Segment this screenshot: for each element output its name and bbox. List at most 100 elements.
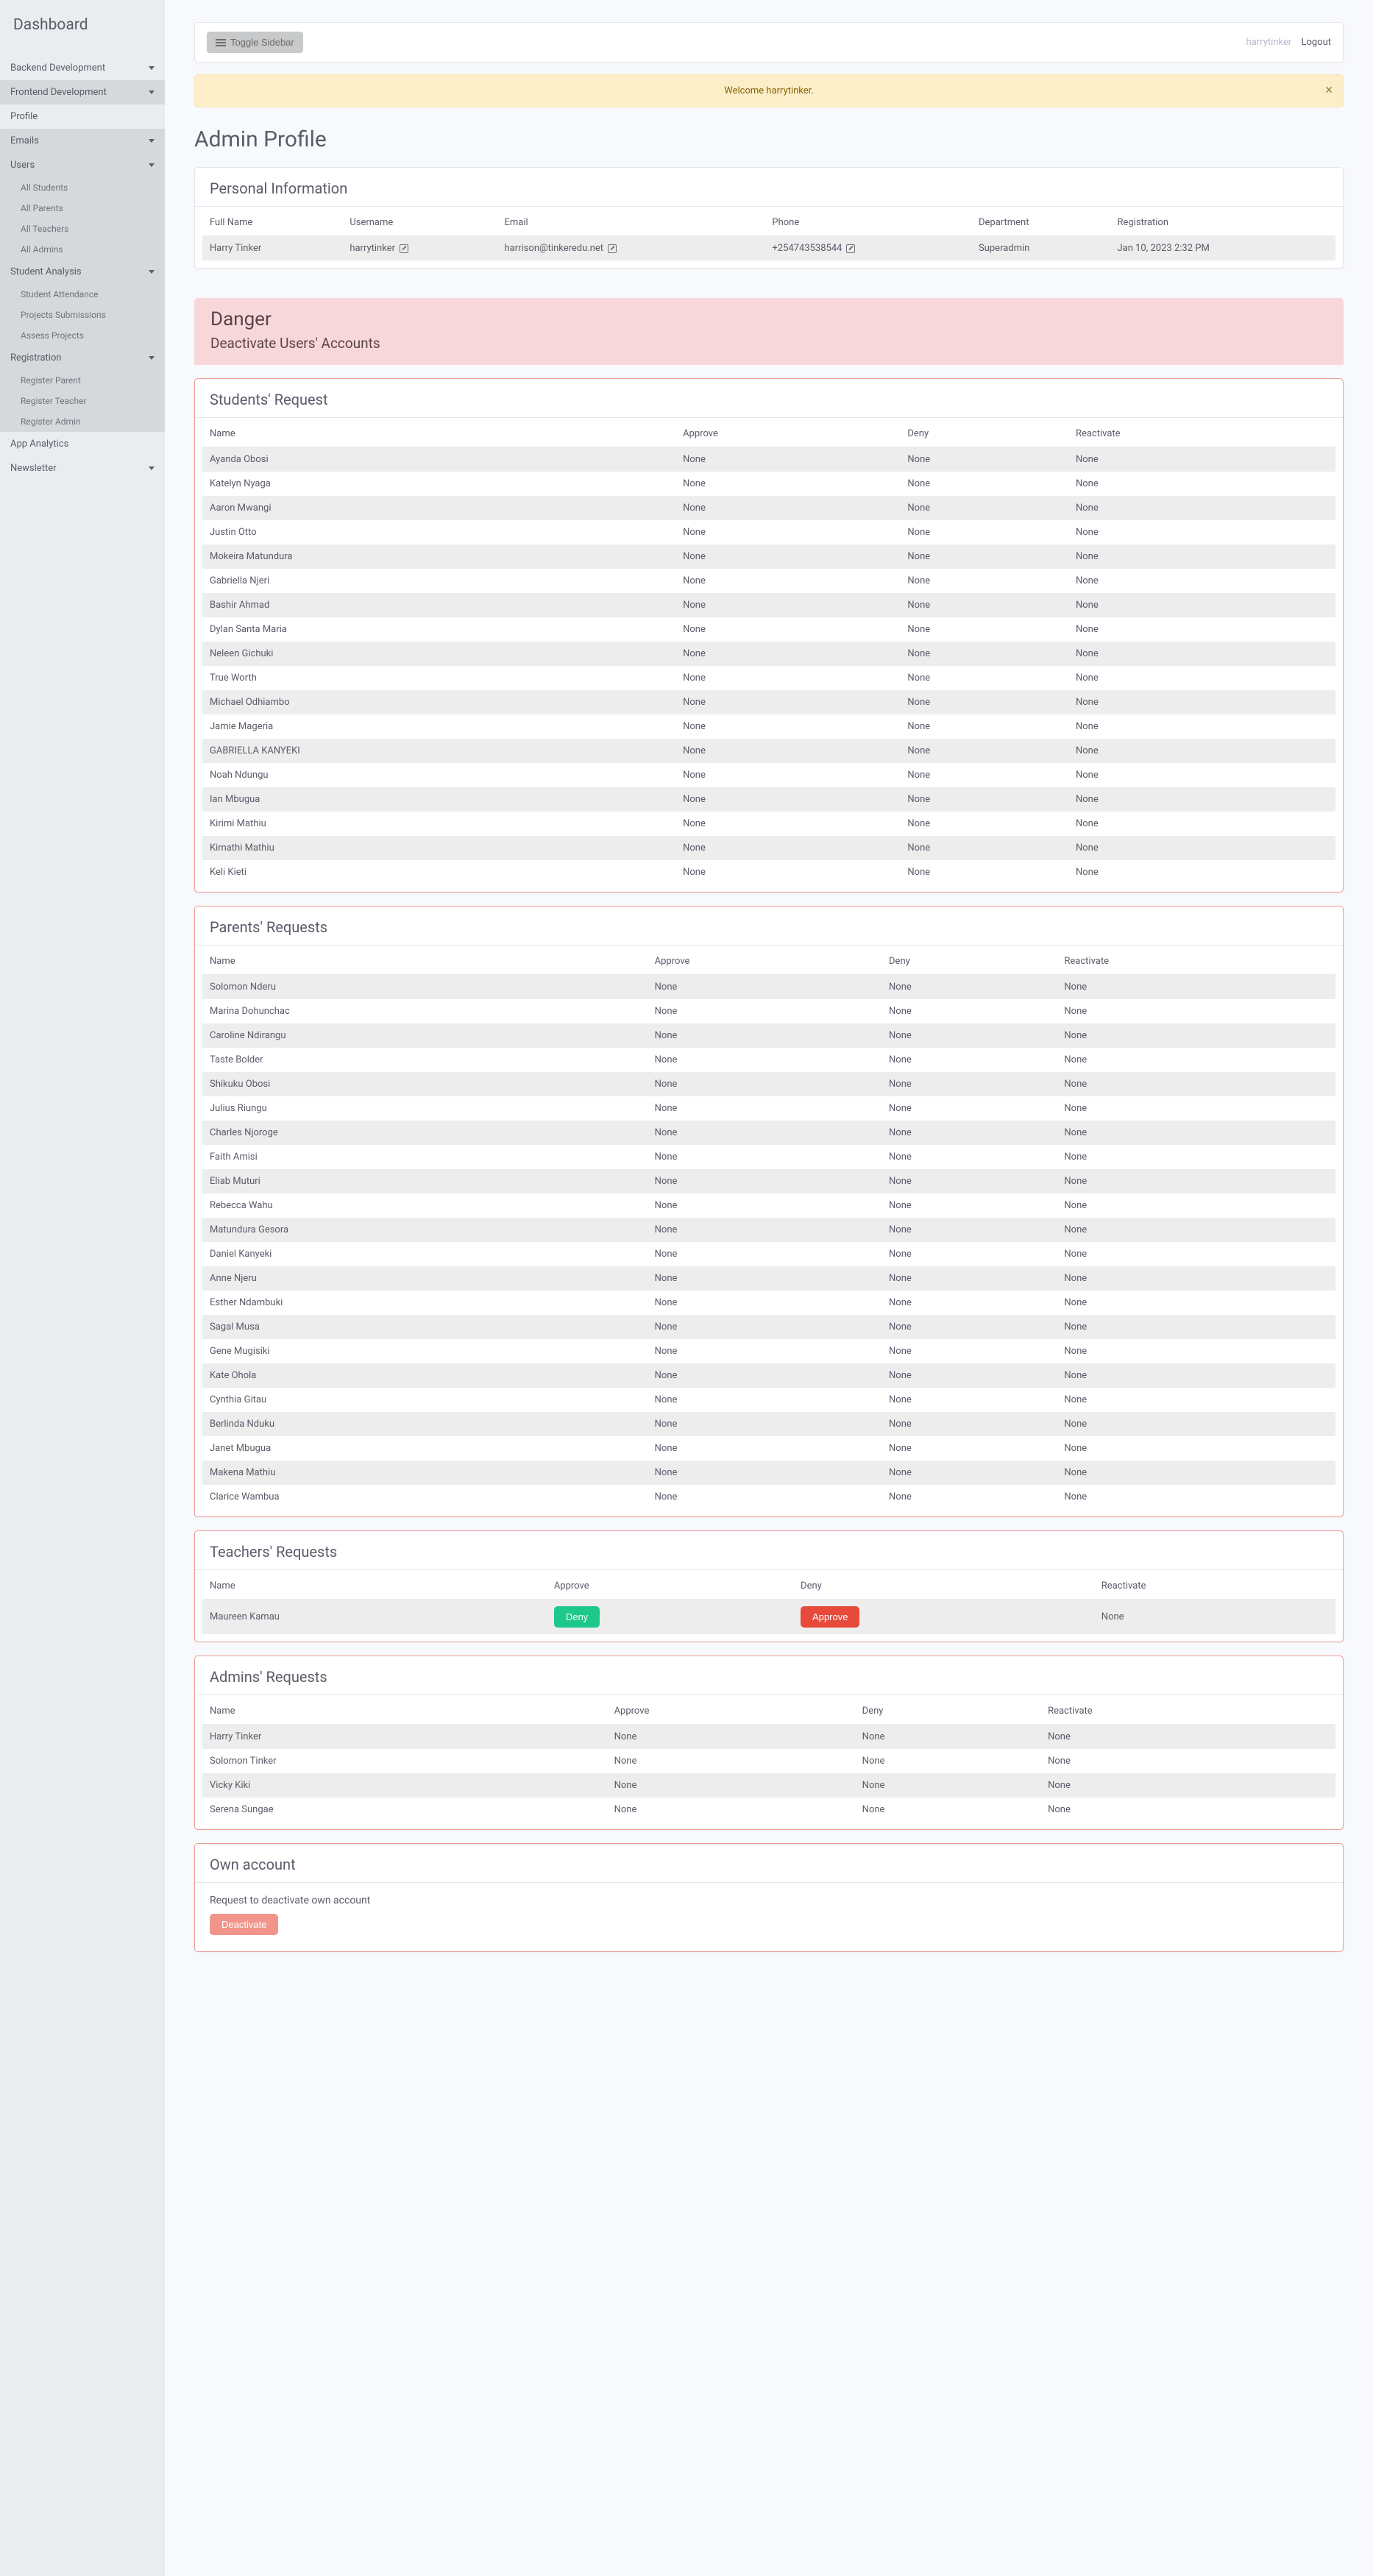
- cell: None: [900, 836, 1068, 860]
- personal-info-card: Personal Information Full NameUsernameEm…: [194, 167, 1344, 269]
- table-row: Clarice WambuaNoneNoneNone: [202, 1485, 1335, 1509]
- cell: None: [675, 496, 900, 520]
- table-row: Maureen KamauDenyApproveNone: [202, 1600, 1335, 1635]
- approve-button[interactable]: Deny: [554, 1606, 600, 1628]
- cell: Caroline Ndirangu: [202, 1023, 648, 1048]
- column-header: Deny: [793, 1573, 1094, 1600]
- cell: None: [1057, 1315, 1335, 1339]
- cell: None: [855, 1773, 1040, 1798]
- cell: Eliab Muturi: [202, 1169, 648, 1193]
- cell: Julius Riungu: [202, 1096, 648, 1121]
- sidebar-subitem[interactable]: All Teachers: [0, 219, 165, 239]
- edit-icon[interactable]: [846, 244, 855, 253]
- sidebar-subitem[interactable]: Assess Projects: [0, 325, 165, 346]
- cell: None: [675, 860, 900, 884]
- cell: Vicky Kiki: [202, 1773, 607, 1798]
- sidebar-subitem[interactable]: Projects Submissions: [0, 305, 165, 325]
- table-row: Makena MathiuNoneNoneNone: [202, 1461, 1335, 1485]
- cell-username: harrytinker: [342, 236, 497, 261]
- cell-department: Superadmin: [971, 236, 1110, 261]
- cell: None: [648, 1315, 881, 1339]
- cell: None: [881, 1485, 1057, 1509]
- chevron-down-icon: [149, 66, 155, 70]
- cell: Justin Otto: [202, 520, 675, 544]
- sidebar-item[interactable]: Registration: [0, 346, 165, 370]
- chevron-down-icon: [149, 466, 155, 470]
- cell: None: [675, 690, 900, 714]
- cell: None: [1068, 447, 1335, 472]
- topbar-right: harrytinker Logout: [1246, 37, 1331, 48]
- table-row: Dylan Santa MariaNoneNoneNone: [202, 617, 1335, 642]
- table-row: Cynthia GitauNoneNoneNone: [202, 1388, 1335, 1412]
- cell-email: harrison@tinkeredu.net: [497, 236, 765, 261]
- cell-phone: +254743538544: [764, 236, 971, 261]
- cell: None: [1057, 1193, 1335, 1218]
- sidebar-brand[interactable]: Dashboard: [0, 0, 165, 56]
- column-header: Approve: [607, 1698, 855, 1725]
- cell: Faith Amisi: [202, 1145, 648, 1169]
- toggle-sidebar-button[interactable]: Toggle Sidebar: [207, 32, 303, 53]
- table-row: Esther NdambukiNoneNoneNone: [202, 1291, 1335, 1315]
- sidebar-item[interactable]: Student Analysis: [0, 260, 165, 284]
- deny-button[interactable]: Approve: [801, 1606, 859, 1628]
- cell: Noah Ndungu: [202, 763, 675, 787]
- cell: None: [1094, 1600, 1335, 1635]
- deactivate-button[interactable]: Deactivate: [210, 1914, 278, 1935]
- cell: Berlinda Nduku: [202, 1412, 648, 1436]
- sidebar-subitem[interactable]: All Students: [0, 177, 165, 198]
- edit-icon[interactable]: [400, 244, 408, 253]
- cell: None: [675, 714, 900, 739]
- sidebar-subitem[interactable]: All Parents: [0, 198, 165, 219]
- sidebar-subitem[interactable]: Register Teacher: [0, 391, 165, 411]
- students-card: Students' Request NameApproveDenyReactiv…: [194, 378, 1344, 893]
- cell: None: [675, 642, 900, 666]
- cell: None: [900, 569, 1068, 593]
- cell: None: [900, 812, 1068, 836]
- table-row: Harry TinkerNoneNoneNone: [202, 1725, 1335, 1750]
- cell: None: [855, 1725, 1040, 1750]
- personal-info-table: Full NameUsernameEmailPhoneDepartmentReg…: [202, 210, 1335, 260]
- table-row: Sagal MusaNoneNoneNone: [202, 1315, 1335, 1339]
- cell: Taste Bolder: [202, 1048, 648, 1072]
- sidebar-item-label: Backend Development: [10, 63, 105, 74]
- cell: Ayanda Obosi: [202, 447, 675, 472]
- cell: None: [881, 1291, 1057, 1315]
- cell-registration: Jan 10, 2023 2:32 PM: [1110, 236, 1335, 261]
- sidebar-item-label: Newsletter: [10, 463, 57, 474]
- close-icon[interactable]: ×: [1325, 82, 1333, 98]
- sidebar-subitem[interactable]: Student Attendance: [0, 284, 165, 305]
- cell: None: [675, 447, 900, 472]
- cell: Deny: [547, 1600, 793, 1635]
- logout-link[interactable]: Logout: [1301, 37, 1331, 48]
- topbar-username[interactable]: harrytinker: [1246, 37, 1292, 48]
- table-row: GABRIELLA KANYEKINoneNoneNone: [202, 739, 1335, 763]
- sidebar-item[interactable]: Profile: [0, 104, 165, 129]
- sidebar-item[interactable]: Emails: [0, 129, 165, 153]
- cell: None: [648, 1412, 881, 1436]
- cell: None: [1068, 544, 1335, 569]
- sidebar-item[interactable]: Newsletter: [0, 456, 165, 480]
- cell: None: [648, 1339, 881, 1363]
- sidebar-subitem[interactable]: Register Parent: [0, 370, 165, 391]
- page-title: Admin Profile: [194, 127, 1344, 152]
- cell: None: [675, 544, 900, 569]
- cell: Charles Njoroge: [202, 1121, 648, 1145]
- sidebar-item[interactable]: Backend Development: [0, 56, 165, 80]
- cell: None: [900, 617, 1068, 642]
- column-header: Approve: [648, 948, 881, 975]
- table-row: Katelyn NyagaNoneNoneNone: [202, 472, 1335, 496]
- cell: None: [1068, 593, 1335, 617]
- table-row: Eliab MuturiNoneNoneNone: [202, 1169, 1335, 1193]
- cell: None: [855, 1749, 1040, 1773]
- sidebar-subitem[interactable]: Register Admin: [0, 411, 165, 432]
- sidebar-subitem[interactable]: All Admins: [0, 239, 165, 260]
- sidebar-item[interactable]: Frontend Development: [0, 80, 165, 104]
- edit-icon[interactable]: [608, 244, 617, 253]
- cell: None: [675, 520, 900, 544]
- cell: Kimathi Mathiu: [202, 836, 675, 860]
- cell: None: [648, 1266, 881, 1291]
- table-row: Daniel KanyekiNoneNoneNone: [202, 1242, 1335, 1266]
- cell: None: [900, 714, 1068, 739]
- sidebar-item[interactable]: Users: [0, 153, 165, 177]
- sidebar-item[interactable]: App Analytics: [0, 432, 165, 456]
